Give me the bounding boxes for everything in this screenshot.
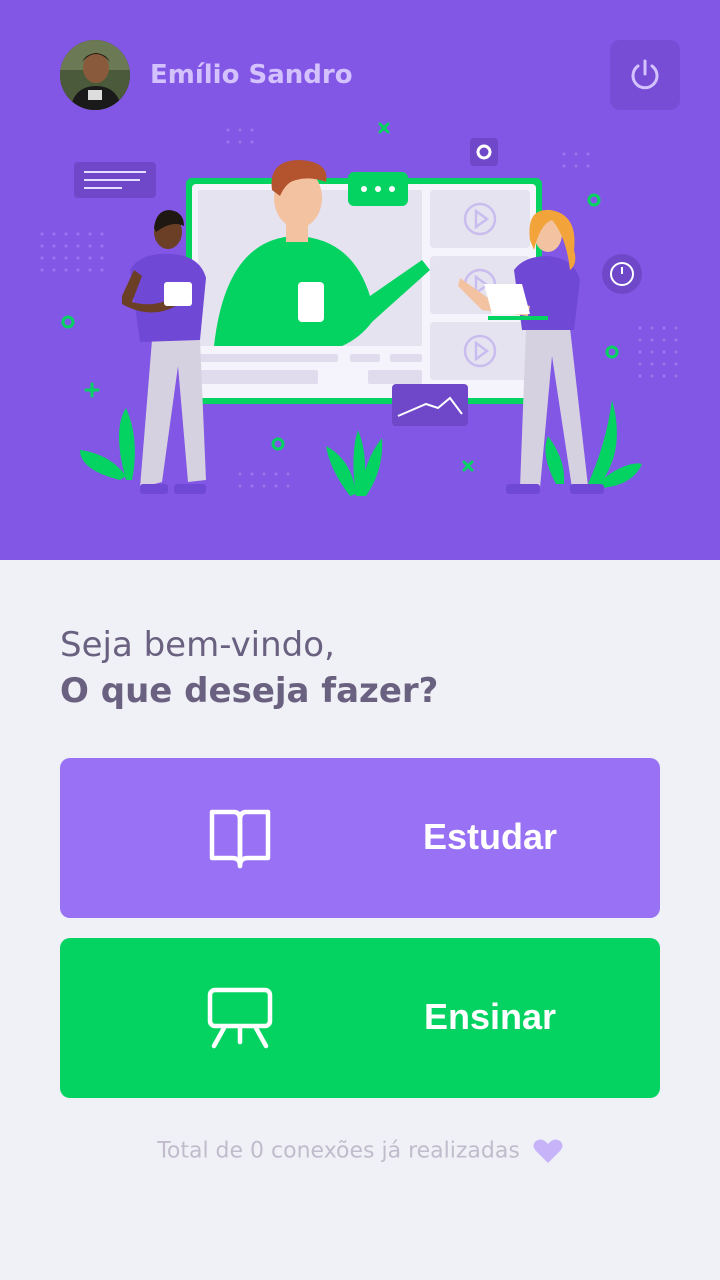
avatar[interactable] xyxy=(60,40,130,110)
greeting-question: O que deseja fazer? xyxy=(60,671,439,711)
hero-banner: Emílio Sandro xyxy=(0,0,720,560)
connections-text: Total de 0 conexões já realizadas xyxy=(157,1138,520,1164)
presentation-board-icon xyxy=(207,987,273,1049)
landing-illustration xyxy=(40,122,678,496)
user-profile[interactable]: Emílio Sandro xyxy=(60,40,353,110)
greeting: Seja bem-vindo, O que deseja fazer? xyxy=(60,622,438,714)
user-name: Emílio Sandro xyxy=(150,60,353,90)
heart-icon xyxy=(533,1139,563,1163)
study-button-label: Estudar xyxy=(422,816,558,857)
teach-button-label: Ensinar xyxy=(423,996,557,1037)
connections-total: Total de 0 conexões já realizadas xyxy=(0,1138,720,1164)
book-open-icon xyxy=(209,809,271,869)
logout-button[interactable] xyxy=(610,40,680,110)
greeting-welcome: Seja bem-vindo, xyxy=(60,625,335,665)
study-button[interactable]: Estudar xyxy=(60,758,660,918)
teach-button[interactable]: Ensinar xyxy=(60,938,660,1098)
power-icon xyxy=(631,59,659,90)
